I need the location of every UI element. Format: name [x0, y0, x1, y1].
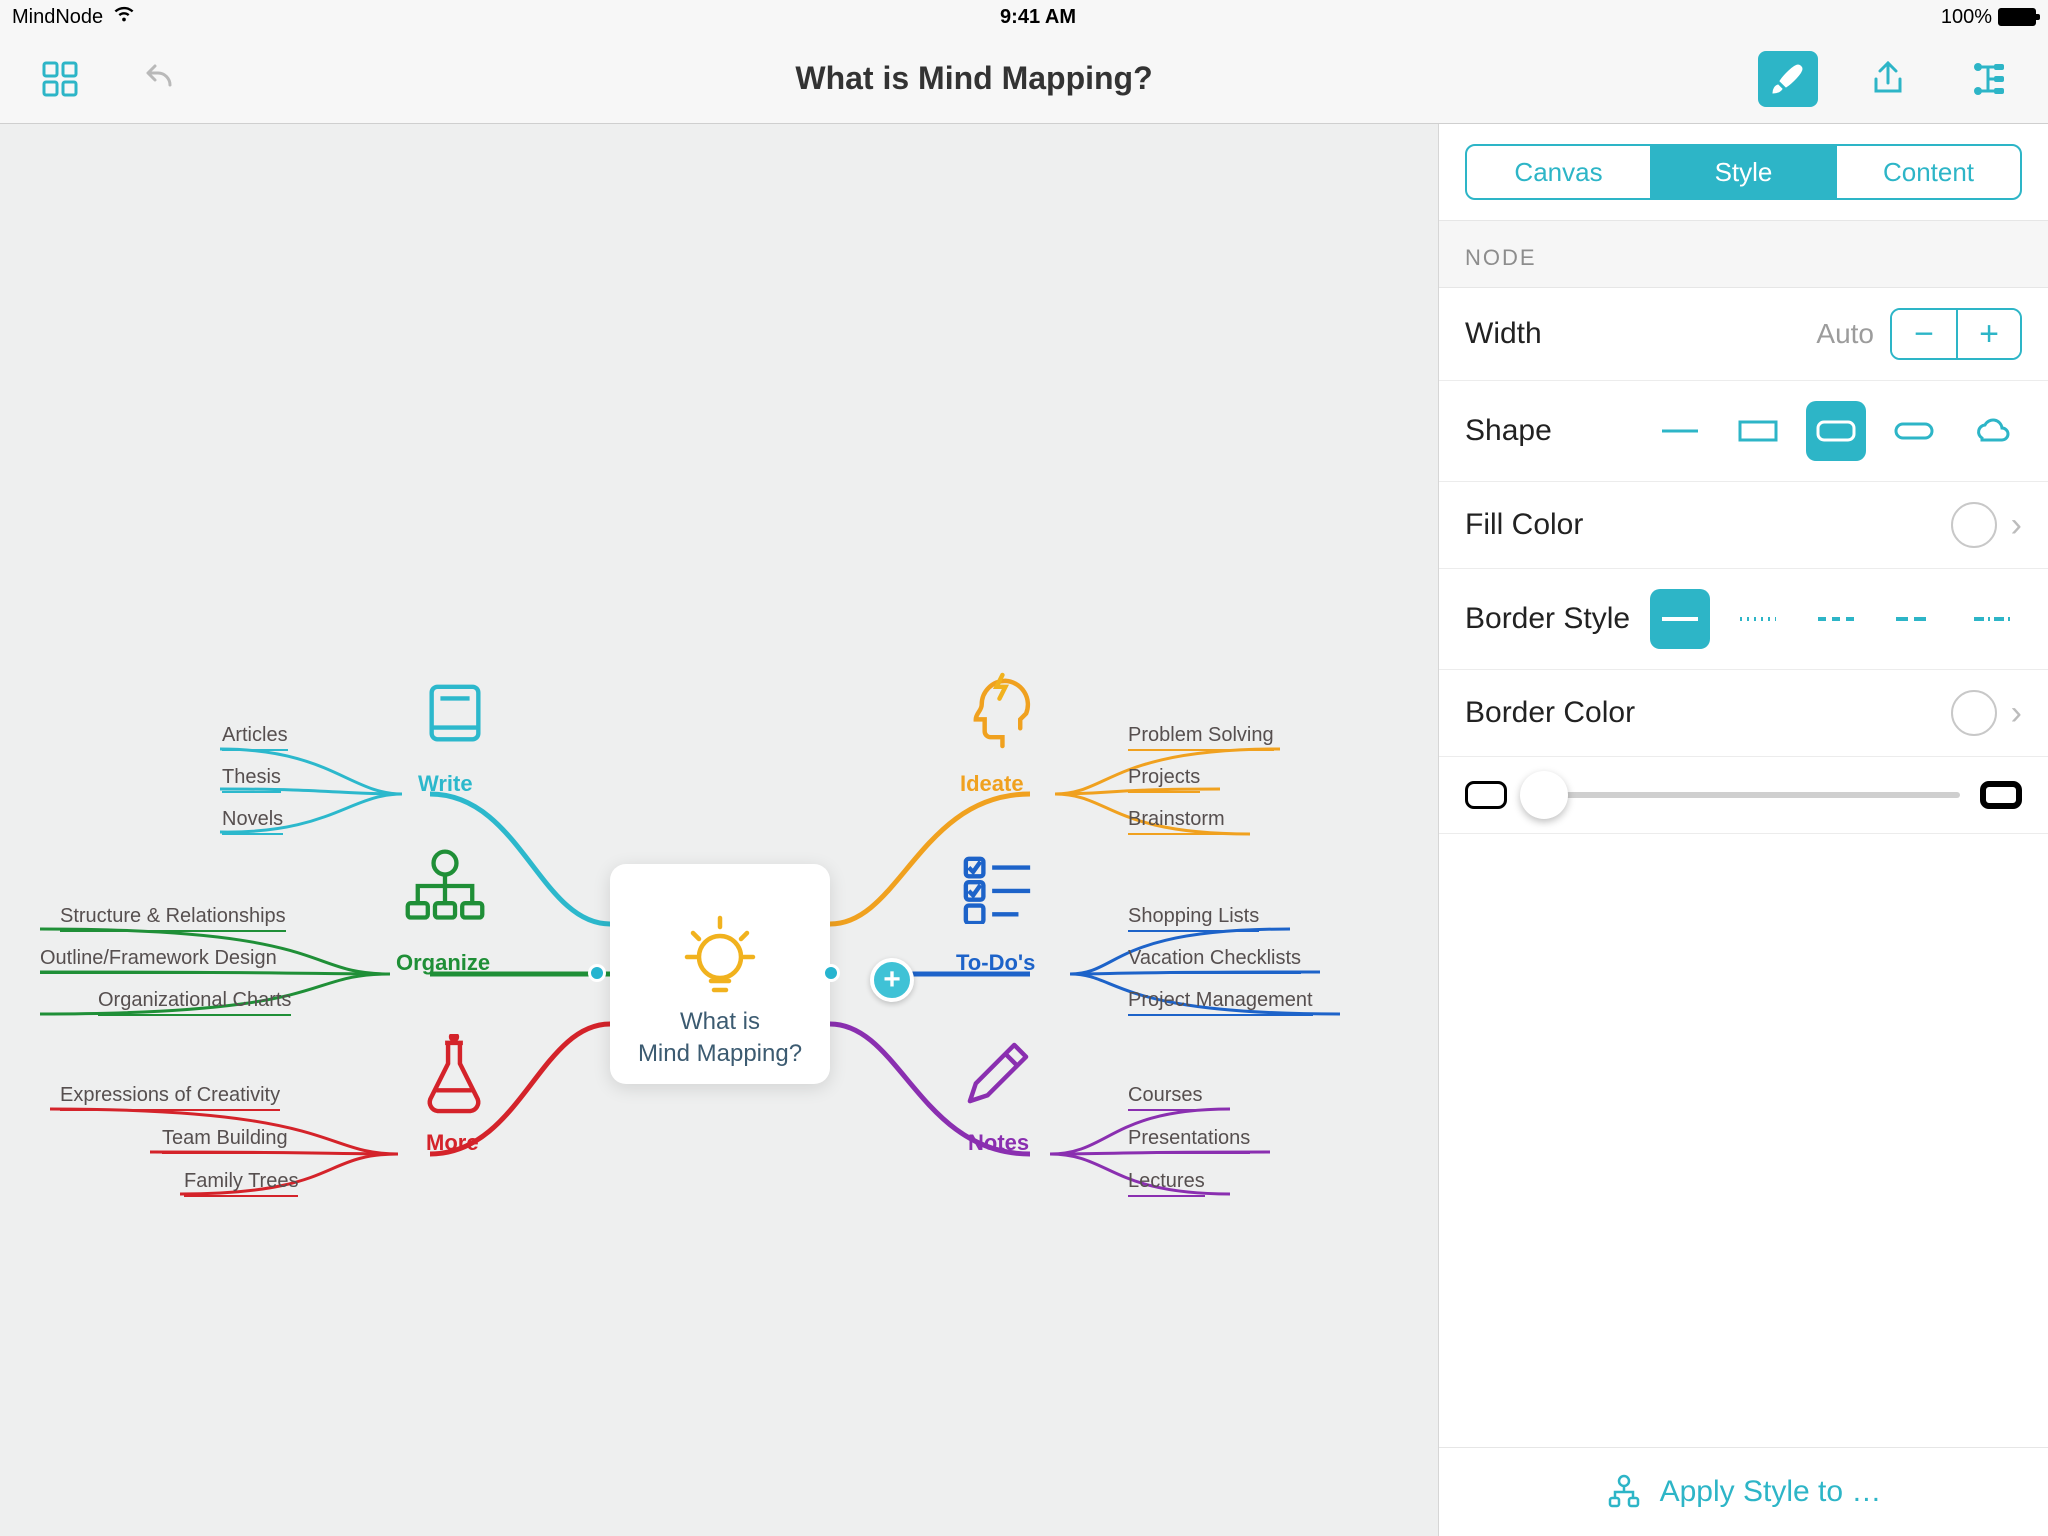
border-dashed-long[interactable]: [1884, 589, 1944, 649]
leaf-todos-2[interactable]: Project Management: [1128, 989, 1313, 1012]
leaf-todos-0[interactable]: Shopping Lists: [1128, 905, 1259, 928]
thickness-max-icon: [1980, 781, 2022, 809]
leaf-todos-1[interactable]: Vacation Checklists: [1128, 947, 1301, 970]
undo-button[interactable]: [130, 51, 190, 107]
row-border-style: Border Style: [1439, 569, 2048, 670]
app-toolbar: What is Mind Mapping?: [0, 34, 2048, 124]
fill-label: Fill Color: [1465, 508, 1583, 542]
document-title: What is Mind Mapping?: [795, 60, 1152, 97]
leaf-more-1[interactable]: Team Building: [162, 1127, 288, 1150]
pencil-icon: [964, 1038, 1032, 1119]
branch-ideate[interactable]: Ideate: [960, 771, 1024, 797]
slider-knob[interactable]: [1520, 771, 1568, 819]
apply-style-button[interactable]: Apply Style to …: [1439, 1447, 2048, 1536]
fill-color-swatch: [1951, 502, 1997, 548]
central-node-line2: Mind Mapping?: [638, 1040, 802, 1068]
leaf-organize-1[interactable]: Outline/Framework Design: [40, 947, 277, 970]
status-app-name: MindNode: [12, 6, 103, 29]
branch-more[interactable]: More: [426, 1130, 479, 1156]
border-solid[interactable]: [1650, 589, 1710, 649]
thickness-min-icon: [1465, 781, 1507, 809]
leaf-write-1[interactable]: Thesis: [222, 766, 281, 789]
inspector-tabs: Canvas Style Content: [1465, 144, 2022, 200]
tab-content[interactable]: Content: [1835, 146, 2020, 198]
battery-indicator: 100%: [1941, 6, 2036, 29]
documents-button[interactable]: [30, 51, 90, 107]
row-shape: Shape: [1439, 381, 2048, 482]
tab-style[interactable]: Style: [1650, 146, 1835, 198]
width-label: Width: [1465, 317, 1542, 351]
width-decrease-button[interactable]: −: [1892, 310, 1956, 358]
shape-line[interactable]: [1650, 401, 1710, 461]
border-dotted[interactable]: [1728, 589, 1788, 649]
branch-notes[interactable]: Notes: [968, 1130, 1029, 1156]
leaf-ideate-0[interactable]: Problem Solving: [1128, 724, 1274, 747]
tab-canvas[interactable]: Canvas: [1467, 146, 1650, 198]
border-color-swatch: [1951, 690, 1997, 736]
selection-handle-left[interactable]: [588, 964, 606, 982]
shape-pill[interactable]: [1884, 401, 1944, 461]
leaf-write-0[interactable]: Articles: [222, 724, 288, 747]
book-icon: [420, 678, 490, 753]
shape-rect[interactable]: [1728, 401, 1788, 461]
leaf-organize-0[interactable]: Structure & Relationships: [60, 905, 286, 928]
status-bar: MindNode 9:41 AM 100%: [0, 0, 2048, 34]
thickness-slider[interactable]: [1527, 792, 1960, 798]
leaf-notes-2[interactable]: Lectures: [1128, 1170, 1205, 1193]
flask-icon: [418, 1034, 490, 1119]
outline-button[interactable]: [1958, 51, 2018, 107]
row-border-thickness: [1439, 757, 2048, 834]
org-chart-icon: [402, 848, 488, 929]
leaf-notes-1[interactable]: Presentations: [1128, 1127, 1250, 1150]
leaf-more-0[interactable]: Expressions of Creativity: [60, 1084, 280, 1107]
shape-rounded-rect[interactable]: [1806, 401, 1866, 461]
mindmap-canvas[interactable]: What is Mind Mapping? + Write Organize M…: [0, 124, 1438, 1536]
width-stepper: − +: [1890, 308, 2022, 360]
status-time: 9:41 AM: [1000, 6, 1076, 29]
branch-organize[interactable]: Organize: [396, 950, 490, 976]
selection-handle-right[interactable]: [822, 964, 840, 982]
leaf-ideate-1[interactable]: Projects: [1128, 766, 1200, 789]
chevron-right-icon: ›: [2011, 694, 2022, 733]
branch-todos[interactable]: To-Do's: [956, 950, 1035, 976]
leaf-organize-2[interactable]: Organizational Charts: [98, 989, 291, 1012]
border-color-label: Border Color: [1465, 696, 1635, 730]
apply-style-label: Apply Style to …: [1660, 1475, 1882, 1509]
head-idea-icon: [960, 672, 1036, 757]
inspector-panel: Canvas Style Content NODE Width Auto − +…: [1438, 124, 2048, 1536]
section-header-node: NODE: [1439, 221, 2048, 288]
border-style-label: Border Style: [1465, 602, 1630, 636]
width-value: Auto: [1816, 318, 1874, 350]
chevron-right-icon: ›: [2011, 506, 2022, 545]
wifi-icon: [113, 3, 135, 31]
add-node-button[interactable]: +: [870, 958, 914, 1002]
border-dashed[interactable]: [1806, 589, 1866, 649]
border-dash-dot[interactable]: [1962, 589, 2022, 649]
row-border-color[interactable]: Border Color ›: [1439, 670, 2048, 757]
leaf-notes-0[interactable]: Courses: [1128, 1084, 1202, 1107]
lightbulb-icon: [675, 909, 765, 1004]
checklist-icon: [960, 852, 1036, 929]
leaf-write-2[interactable]: Novels: [222, 808, 283, 831]
shape-label: Shape: [1465, 414, 1552, 448]
shape-cloud[interactable]: [1962, 401, 2022, 461]
row-width: Width Auto − +: [1439, 288, 2048, 381]
share-button[interactable]: [1858, 51, 1918, 107]
style-brush-button[interactable]: [1758, 51, 1818, 107]
battery-pct: 100%: [1941, 6, 1992, 29]
central-node[interactable]: What is Mind Mapping?: [610, 864, 830, 1084]
branch-write[interactable]: Write: [418, 771, 473, 797]
leaf-more-2[interactable]: Family Trees: [184, 1170, 298, 1193]
width-increase-button[interactable]: +: [1956, 310, 2020, 358]
central-node-line1: What is: [680, 1008, 760, 1036]
leaf-ideate-2[interactable]: Brainstorm: [1128, 808, 1225, 831]
row-fill-color[interactable]: Fill Color ›: [1439, 482, 2048, 569]
